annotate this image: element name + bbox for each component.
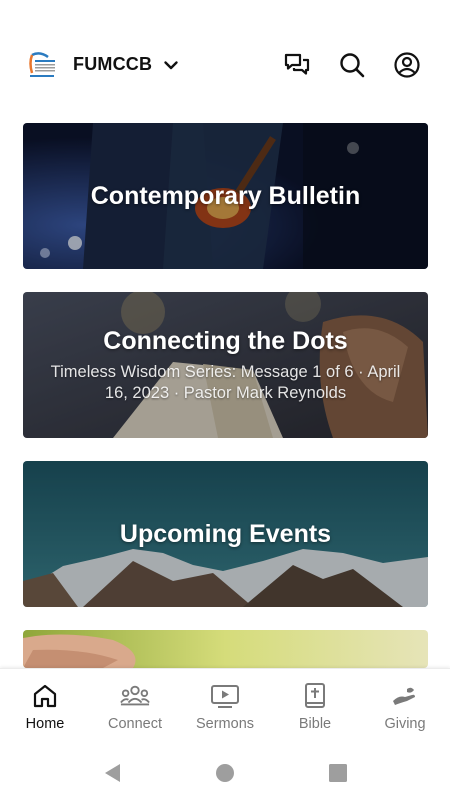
nav-label: Connect xyxy=(107,716,162,732)
system-navigation-bar xyxy=(0,748,450,800)
nav-label: Sermons xyxy=(195,716,255,732)
home-icon xyxy=(30,682,60,710)
nav-label: Bible xyxy=(298,716,332,732)
video-icon xyxy=(210,682,240,710)
church-logo[interactable] xyxy=(26,51,56,79)
nav-giving[interactable]: Giving xyxy=(360,669,450,749)
card-contemporary-bulletin[interactable]: Contemporary Bulletin xyxy=(23,123,428,269)
card-giving-partial[interactable] xyxy=(23,630,428,668)
church-name-dropdown[interactable]: FUMCCB xyxy=(73,54,152,75)
search-icon[interactable] xyxy=(338,51,366,79)
card-title: Upcoming Events xyxy=(119,519,332,548)
nav-sermons[interactable]: Sermons xyxy=(180,669,270,749)
bible-icon xyxy=(300,682,330,710)
card-title: Contemporary Bulletin xyxy=(90,181,361,210)
chat-icon[interactable] xyxy=(283,51,311,79)
back-icon[interactable] xyxy=(100,760,126,786)
home-circle-icon[interactable] xyxy=(212,760,238,786)
bottom-navigation: Home Connect Sermons Bible Giving xyxy=(0,668,450,748)
card-title: Connecting the Dots xyxy=(103,326,348,355)
nav-connect[interactable]: Connect xyxy=(90,669,180,749)
nav-home[interactable]: Home xyxy=(0,669,90,749)
account-icon[interactable] xyxy=(393,51,421,79)
hands-background-image xyxy=(23,630,428,668)
giving-hand-icon xyxy=(390,682,420,710)
nav-bible[interactable]: Bible xyxy=(270,669,360,749)
app-header: FUMCCB xyxy=(0,40,450,90)
recents-icon[interactable] xyxy=(325,760,351,786)
nav-label: Home xyxy=(25,716,65,732)
people-icon xyxy=(120,682,150,710)
card-upcoming-events[interactable]: Upcoming Events xyxy=(23,461,428,607)
card-sermon[interactable]: Connecting the Dots Timeless Wisdom Seri… xyxy=(23,292,428,438)
chevron-down-icon[interactable] xyxy=(162,56,180,74)
nav-label: Giving xyxy=(384,716,426,732)
card-subtitle: Timeless Wisdom Series: Message 1 of 6 ·… xyxy=(50,362,401,402)
